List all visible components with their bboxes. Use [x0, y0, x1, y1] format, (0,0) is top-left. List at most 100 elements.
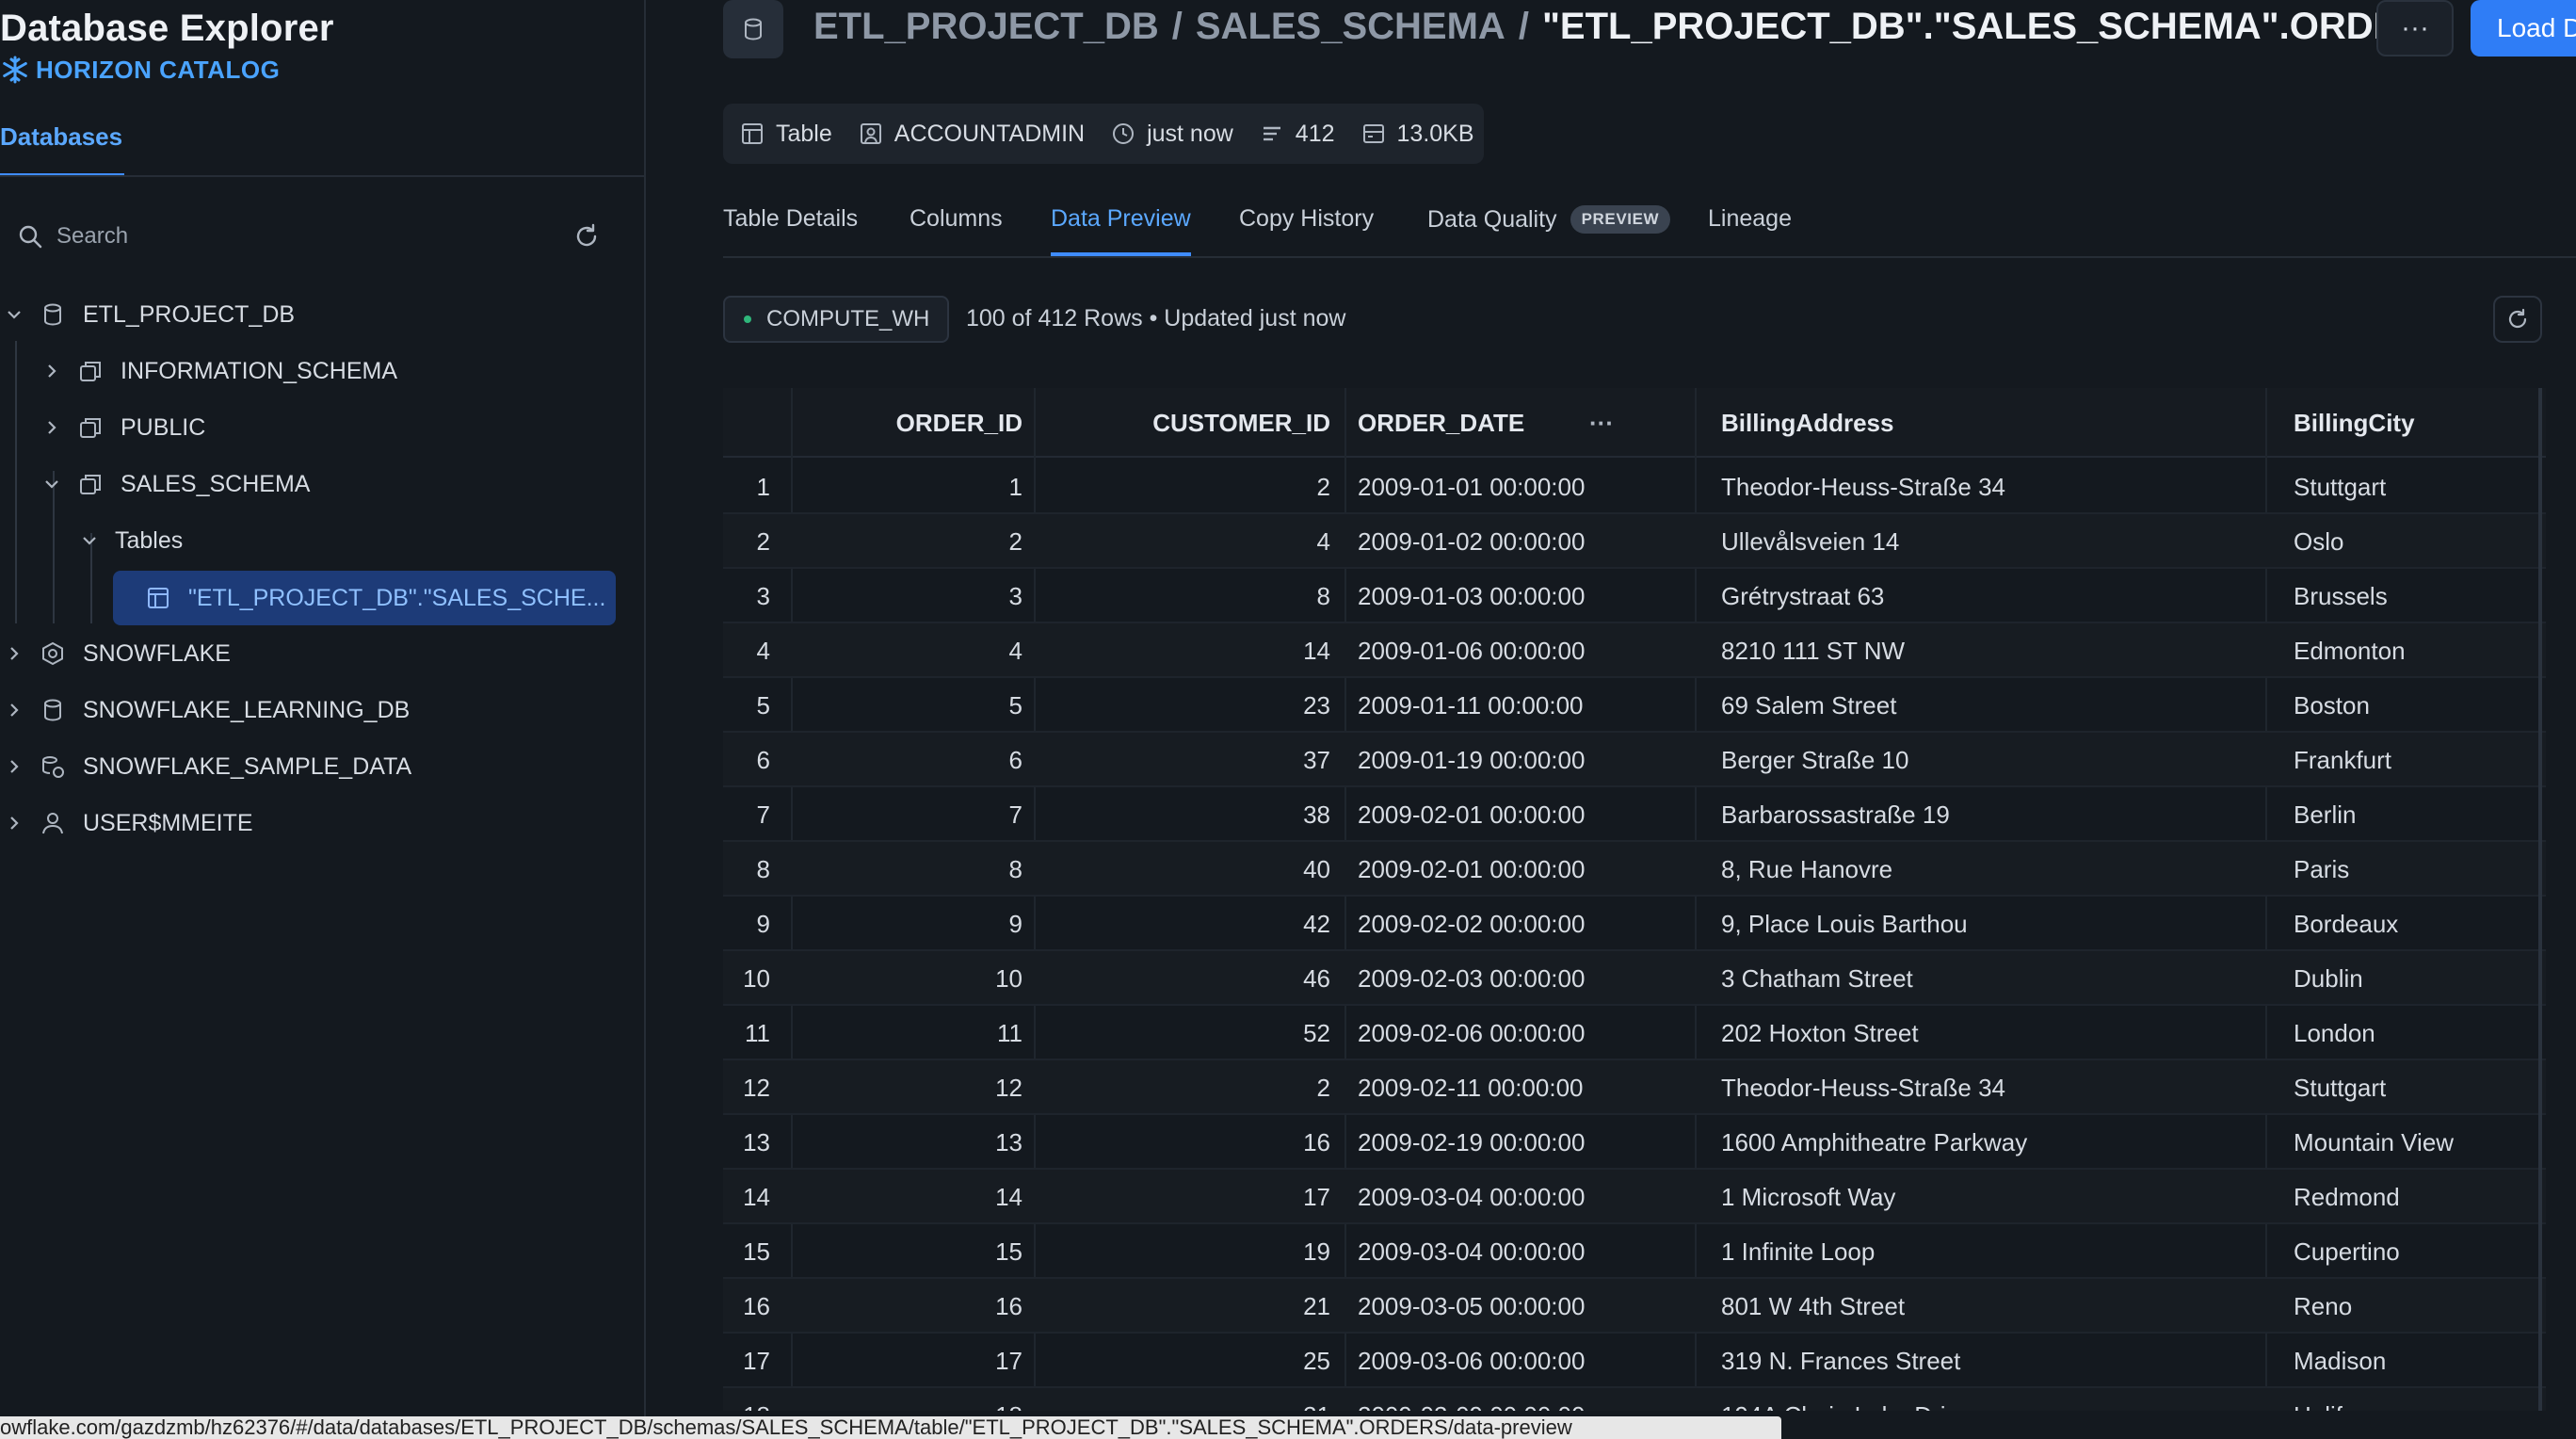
tree-item-etl-project-db[interactable]: ETL_PROJECT_DB [6, 288, 295, 341]
row-number[interactable]: 12 [723, 1060, 770, 1115]
column-header-order-date[interactable]: ORDER_DATE [1358, 388, 1565, 458]
chevron-right-icon[interactable] [6, 758, 23, 775]
customer-id-cell[interactable]: 40 [1043, 842, 1330, 897]
table-row[interactable]: 9 9 42 2009-02-02 00:00:00 9, Place Louis Ba… [723, 897, 2546, 951]
billing-city-cell[interactable]: Oslo [2294, 514, 2538, 569]
billing-city-cell[interactable]: Bordeaux [2294, 897, 2538, 951]
customer-id-cell[interactable]: 38 [1043, 787, 1330, 842]
order-id-cell[interactable]: 16 [893, 1279, 1022, 1334]
order-id-cell[interactable]: 5 [893, 678, 1022, 733]
tab-data-preview[interactable]: Data Preview [1051, 205, 1191, 256]
order-date-cell[interactable]: 2009-02-03 00:00:00 [1358, 951, 1678, 1006]
tree-item-tables[interactable]: Tables [81, 514, 183, 567]
order-id-cell[interactable]: 12 [893, 1060, 1022, 1115]
customer-id-cell[interactable]: 16 [1043, 1115, 1330, 1170]
order-id-cell[interactable]: 3 [893, 569, 1022, 623]
customer-id-cell[interactable]: 21 [1043, 1279, 1330, 1334]
customer-id-cell[interactable]: 42 [1043, 897, 1330, 951]
row-number[interactable]: 14 [723, 1170, 770, 1224]
chevron-right-icon[interactable] [43, 363, 60, 380]
row-number[interactable]: 3 [723, 569, 770, 623]
order-id-cell[interactable]: 6 [893, 733, 1022, 787]
table-row[interactable]: 10 10 46 2009-02-03 00:00:00 3 Chatham Stree… [723, 951, 2546, 1006]
row-number[interactable]: 16 [723, 1279, 770, 1334]
table-row[interactable]: 11 11 52 2009-02-06 00:00:00 202 Hoxton Stre… [723, 1006, 2546, 1060]
row-number[interactable]: 11 [723, 1006, 770, 1060]
order-date-cell[interactable]: 2009-02-06 00:00:00 [1358, 1006, 1678, 1060]
row-number[interactable]: 5 [723, 678, 770, 733]
billing-address-cell[interactable]: 8, Rue Hanovre [1721, 842, 2248, 897]
tree-item-sales-schema[interactable]: SALES_SCHEMA [43, 458, 310, 510]
chevron-right-icon[interactable] [6, 702, 23, 719]
refresh-icon[interactable] [572, 222, 601, 251]
tab-databases[interactable]: Databases [0, 122, 125, 177]
order-date-cell[interactable]: 2009-01-03 00:00:00 [1358, 569, 1678, 623]
row-number[interactable]: 1 [723, 460, 770, 514]
billing-address-cell[interactable]: 1 Infinite Loop [1721, 1224, 2248, 1279]
table-row[interactable]: 7 7 38 2009-02-01 00:00:00 Barbarossastraße … [723, 787, 2546, 842]
row-number[interactable]: 4 [723, 623, 770, 678]
billing-city-cell[interactable]: Boston [2294, 678, 2538, 733]
tab-copy-history[interactable]: Copy History [1239, 205, 1374, 256]
tab-table-details[interactable]: Table Details [723, 205, 858, 256]
billing-address-cell[interactable]: 3 Chatham Street [1721, 951, 2248, 1006]
order-id-cell[interactable]: 8 [893, 842, 1022, 897]
warehouse-selector[interactable]: COMPUTE_WH [723, 296, 949, 343]
row-number[interactable]: 18 [723, 1388, 770, 1412]
billing-address-cell[interactable]: 9, Place Louis Barthou [1721, 897, 2248, 951]
tree-item-orders-table[interactable]: "ETL_PROJECT_DB"."SALES_SCHE... [145, 572, 605, 624]
billing-address-cell[interactable]: 8210 111 ST NW [1721, 623, 2248, 678]
order-id-cell[interactable]: 7 [893, 787, 1022, 842]
order-date-cell[interactable]: 2009-03-04 00:00:00 [1358, 1224, 1678, 1279]
column-header-customer-id[interactable]: CUSTOMER_ID [1043, 388, 1330, 458]
table-scrollbar[interactable] [2538, 388, 2542, 1411]
billing-city-cell[interactable]: Halifax [2294, 1388, 2538, 1412]
tree-item-user[interactable]: USER$MMEITE [6, 797, 253, 849]
order-date-cell[interactable]: 2009-03-06 00:00:00 [1358, 1334, 1678, 1388]
table-row[interactable]: 14 14 17 2009-03-04 00:00:00 1 Microsoft Way… [723, 1170, 2546, 1224]
order-date-cell[interactable]: 2009-02-19 00:00:00 [1358, 1115, 1678, 1170]
row-number[interactable]: 13 [723, 1115, 770, 1170]
billing-address-cell[interactable]: Ullevålsveien 14 [1721, 514, 2248, 569]
tree-item-public[interactable]: PUBLIC [43, 401, 205, 454]
order-date-cell[interactable]: 2009-02-11 00:00:00 [1358, 1060, 1678, 1115]
row-number[interactable]: 10 [723, 951, 770, 1006]
row-number[interactable]: 17 [723, 1334, 770, 1388]
order-date-cell[interactable]: 2009-01-01 00:00:00 [1358, 460, 1678, 514]
tree-item-snowflake-learning-db[interactable]: SNOWFLAKE_LEARNING_DB [6, 684, 410, 736]
table-row[interactable]: 15 15 19 2009-03-04 00:00:00 1 Infinite Loop… [723, 1224, 2546, 1279]
sidebar-search[interactable]: Search [17, 217, 601, 256]
billing-city-cell[interactable]: Reno [2294, 1279, 2538, 1334]
table-row[interactable]: 13 13 16 2009-02-19 00:00:00 1600 Amphitheat… [723, 1115, 2546, 1170]
billing-address-cell[interactable]: 202 Hoxton Street [1721, 1006, 2248, 1060]
customer-id-cell[interactable]: 19 [1043, 1224, 1330, 1279]
row-number[interactable]: 9 [723, 897, 770, 951]
billing-city-cell[interactable]: Stuttgart [2294, 460, 2538, 514]
breadcrumb-schema[interactable]: SALES_SCHEMA [1196, 6, 1505, 47]
billing-address-cell[interactable]: 1 Microsoft Way [1721, 1170, 2248, 1224]
tab-columns[interactable]: Columns [910, 205, 1003, 256]
billing-address-cell[interactable]: 194A Chain Lake Drive [1721, 1388, 2248, 1412]
billing-city-cell[interactable]: Mountain View [2294, 1115, 2538, 1170]
billing-city-cell[interactable]: Dublin [2294, 951, 2538, 1006]
customer-id-cell[interactable]: 14 [1043, 623, 1330, 678]
order-id-cell[interactable]: 2 [893, 514, 1022, 569]
column-header-billing-city[interactable]: BillingCity [2294, 388, 2529, 458]
billing-city-cell[interactable]: Paris [2294, 842, 2538, 897]
order-date-cell[interactable]: 2009-01-06 00:00:00 [1358, 623, 1678, 678]
order-id-cell[interactable]: 14 [893, 1170, 1022, 1224]
customer-id-cell[interactable]: 46 [1043, 951, 1330, 1006]
customer-id-cell[interactable]: 52 [1043, 1006, 1330, 1060]
order-date-cell[interactable]: 2009-03-09 00:00:00 [1358, 1388, 1678, 1412]
customer-id-cell[interactable]: 23 [1043, 678, 1330, 733]
breadcrumb-database[interactable]: ETL_PROJECT_DB [813, 6, 1159, 47]
table-row[interactable]: 17 17 25 2009-03-06 00:00:00 319 N. Frances … [723, 1334, 2546, 1388]
billing-city-cell[interactable]: London [2294, 1006, 2538, 1060]
customer-id-cell[interactable]: 8 [1043, 569, 1330, 623]
customer-id-cell[interactable]: 25 [1043, 1334, 1330, 1388]
table-row[interactable]: 5 5 23 2009-01-11 00:00:00 69 Salem Street Bo… [723, 678, 2546, 733]
tab-lineage[interactable]: Lineage [1708, 205, 1792, 256]
table-row[interactable]: 6 6 37 2009-01-19 00:00:00 Berger Straße 10 F… [723, 733, 2546, 787]
order-date-cell[interactable]: 2009-02-02 00:00:00 [1358, 897, 1678, 951]
tab-data-quality[interactable]: Data Quality PREVIEW [1427, 205, 1671, 256]
